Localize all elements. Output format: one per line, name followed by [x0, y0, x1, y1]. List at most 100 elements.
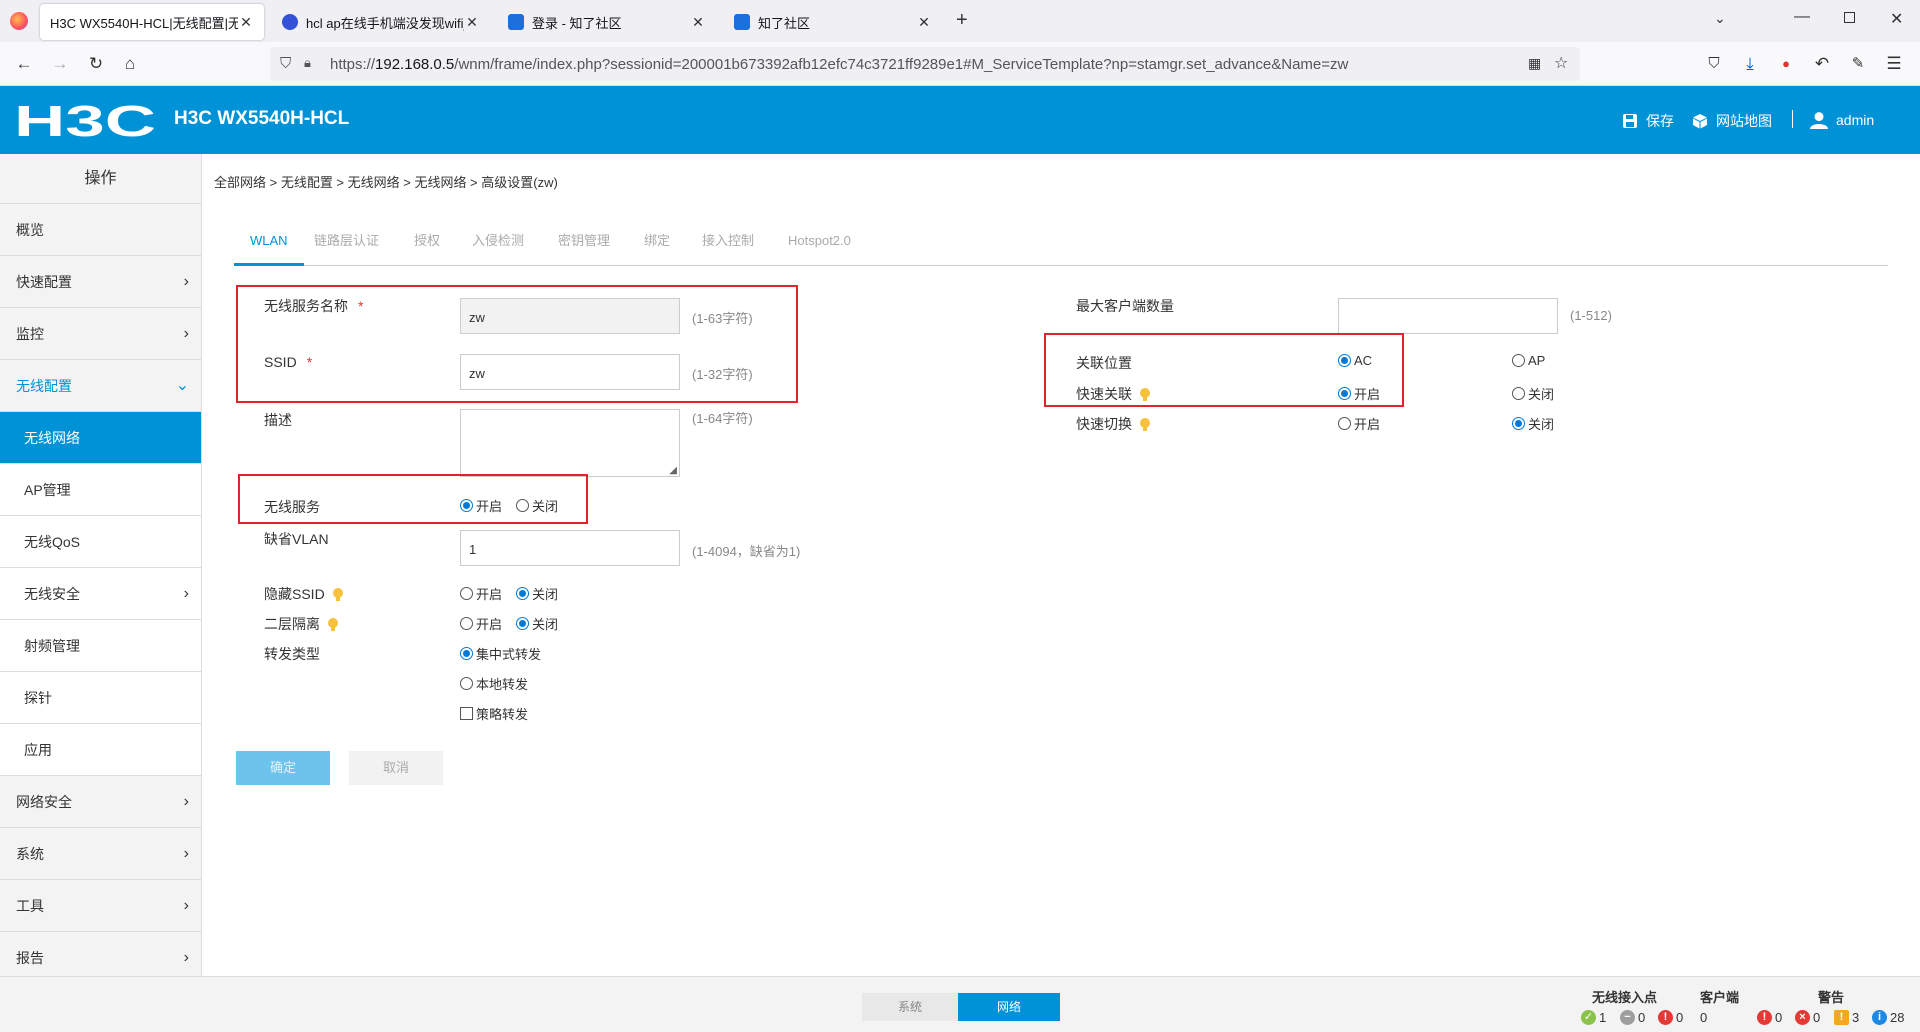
- sitemap-button[interactable]: 网站地图: [1692, 111, 1772, 131]
- alarm-major-count[interactable]: × 0: [1795, 1010, 1820, 1025]
- fast-switch-off-radio[interactable]: 关闭: [1512, 414, 1554, 433]
- url-bar[interactable]: ⛉ 🔒︎ https://192.168.0.5/wnm/frame/index…: [270, 47, 1580, 81]
- resize-handle-icon[interactable]: ◢: [669, 465, 677, 476]
- client-count[interactable]: 0: [1700, 1010, 1707, 1025]
- app-menu-icon[interactable]: ☰: [1882, 52, 1906, 76]
- qr-code-icon[interactable]: ▦: [1528, 55, 1541, 72]
- sidebar-item-system[interactable]: 系统 ›: [0, 828, 201, 880]
- sidebar-item-radio-management[interactable]: 射频管理: [0, 620, 201, 672]
- alarm-info-count[interactable]: i 28: [1872, 1010, 1904, 1025]
- label-text: 快速关联: [1076, 386, 1132, 402]
- tab-h3c[interactable]: H3C WX5540H-HCL|无线配置|无线 ✕: [40, 4, 264, 40]
- sidebar-item-wireless-network[interactable]: 无线网络: [0, 412, 201, 464]
- undo-icon[interactable]: ↶: [1810, 52, 1834, 76]
- sidebar-item-overview[interactable]: 概览: [0, 204, 201, 256]
- close-icon[interactable]: ✕: [238, 14, 254, 31]
- lock-icon[interactable]: 🔒︎: [304, 55, 311, 71]
- new-tab-icon[interactable]: +: [956, 9, 968, 32]
- footer-tab-network[interactable]: 网络: [958, 993, 1060, 1021]
- sidebar-item-ap-management[interactable]: AP管理: [0, 464, 201, 516]
- lightbulb-icon[interactable]: [1140, 418, 1150, 432]
- ap-offline-count[interactable]: −0: [1620, 1010, 1645, 1025]
- hide-ssid-on-radio[interactable]: 开启: [460, 584, 502, 603]
- sidebar-item-network-security[interactable]: 网络安全 ›: [0, 776, 201, 828]
- tab-intrusion[interactable]: 入侵检测: [472, 222, 524, 266]
- alarm-minor-count[interactable]: ! 3: [1834, 1010, 1859, 1025]
- save-button[interactable]: 保存: [1622, 111, 1674, 131]
- sidebar-item-wireless-qos[interactable]: 无线QoS: [0, 516, 201, 568]
- close-icon[interactable]: ✕: [916, 14, 932, 31]
- ap-fault-count[interactable]: ! 0: [1658, 1010, 1683, 1025]
- fast-assoc-off-radio[interactable]: 关闭: [1512, 384, 1554, 403]
- sidebar-item-quick-config[interactable]: 快速配置 ›: [0, 256, 201, 308]
- tab-list-icon[interactable]: ⌄: [1714, 10, 1726, 27]
- sidebar-item-tools[interactable]: 工具 ›: [0, 880, 201, 932]
- lightbulb-icon[interactable]: [1140, 388, 1150, 402]
- user-menu[interactable]: admin: [1810, 111, 1874, 129]
- footer-tab-system[interactable]: 系统: [862, 993, 958, 1021]
- close-icon[interactable]: ✕: [464, 14, 480, 31]
- fast-assoc-on-radio[interactable]: 开启: [1338, 384, 1380, 403]
- back-icon[interactable]: ←: [12, 52, 36, 76]
- radio-label: AP: [1528, 353, 1546, 368]
- download-icon[interactable]: ⤓: [1738, 52, 1762, 76]
- tab-link-auth[interactable]: 链路层认证: [314, 222, 379, 266]
- firefox-menu-icon[interactable]: [10, 12, 28, 30]
- tab-key-management[interactable]: 密钥管理: [558, 222, 610, 266]
- radio-label: 开启: [476, 617, 503, 632]
- l2-isolation-on-radio[interactable]: 开启: [460, 614, 502, 633]
- service-on-radio[interactable]: 开启: [460, 496, 502, 515]
- tab-hotspot20[interactable]: Hotspot2.0: [788, 222, 851, 266]
- tab-binding[interactable]: 绑定: [644, 222, 670, 266]
- forward-policy-checkbox[interactable]: 策略转发: [460, 704, 528, 723]
- pocket-icon[interactable]: ⛉: [1702, 52, 1726, 76]
- sidebar-item-wireless-security[interactable]: 无线安全 ›: [0, 568, 201, 620]
- alert-icon: !: [1757, 1010, 1772, 1025]
- bookmark-star-icon[interactable]: ☆: [1554, 53, 1568, 73]
- minimize-icon[interactable]: —: [1794, 8, 1810, 26]
- sidebar-item-wireless-config[interactable]: 无线配置 ⌄: [0, 360, 201, 412]
- extension-red-icon[interactable]: ●: [1774, 52, 1798, 76]
- assoc-ac-radio[interactable]: AC: [1338, 353, 1372, 368]
- tab-wlan[interactable]: WLAN: [234, 222, 304, 266]
- tab-baidu[interactable]: hcl ap在线手机端没发现wifi_百 ✕: [272, 4, 490, 40]
- reload-icon[interactable]: ↻: [84, 52, 108, 76]
- forward-central-radio[interactable]: 集中式转发: [460, 644, 541, 663]
- home-icon[interactable]: ⌂: [118, 52, 142, 76]
- close-window-icon[interactable]: ✕: [1890, 9, 1903, 29]
- alarm-critical-count[interactable]: ! 0: [1757, 1010, 1782, 1025]
- max-clients-input[interactable]: [1338, 298, 1558, 334]
- tab-zhiliao[interactable]: 知了社区 ✕: [724, 4, 942, 40]
- sidebar-item-label: 系统: [16, 846, 44, 862]
- ap-online-count[interactable]: ✓ 1: [1581, 1010, 1606, 1025]
- sitemap-label: 网站地图: [1716, 113, 1772, 129]
- forward-icon[interactable]: →: [48, 52, 72, 76]
- cancel-button[interactable]: 取消: [349, 751, 443, 785]
- restore-icon[interactable]: [1844, 12, 1855, 23]
- fast-switch-on-radio[interactable]: 开启: [1338, 414, 1380, 433]
- sidebar-item-application[interactable]: 应用: [0, 724, 201, 776]
- sidebar-item-label: 网络安全: [16, 794, 72, 810]
- count-value: 28: [1890, 1010, 1905, 1025]
- extensions-puzzle-icon[interactable]: ✎: [1846, 52, 1870, 76]
- tab-login[interactable]: 登录 - 知了社区 ✕: [498, 4, 716, 40]
- lightbulb-icon[interactable]: [328, 618, 338, 632]
- tab-authorization[interactable]: 授权: [414, 222, 440, 266]
- assoc-ap-radio[interactable]: AP: [1512, 353, 1545, 368]
- lightbulb-icon[interactable]: [332, 588, 343, 602]
- config-tabs: WLAN 链路层认证 授权 入侵检测 密钥管理 绑定 接入控制 Hotspot2…: [234, 222, 1888, 266]
- default-vlan-input[interactable]: 1: [460, 530, 680, 566]
- ok-button[interactable]: 确定: [236, 751, 330, 785]
- hide-ssid-off-radio[interactable]: 关闭: [516, 584, 558, 603]
- description-textarea[interactable]: ◢: [460, 409, 680, 477]
- service-off-radio[interactable]: 关闭: [516, 496, 558, 515]
- tab-access-control[interactable]: 接入控制: [702, 222, 754, 266]
- sidebar-item-monitor[interactable]: 监控 ›: [0, 308, 201, 360]
- l2-isolation-off-radio[interactable]: 关闭: [516, 614, 558, 633]
- shield-icon[interactable]: ⛉: [280, 55, 291, 72]
- sidebar-item-probe[interactable]: 探针: [0, 672, 201, 724]
- close-icon[interactable]: ✕: [690, 14, 706, 31]
- sidebar-item-label: 快速配置: [16, 274, 72, 290]
- radio-dot: [460, 499, 473, 512]
- forward-local-radio[interactable]: 本地转发: [460, 674, 528, 693]
